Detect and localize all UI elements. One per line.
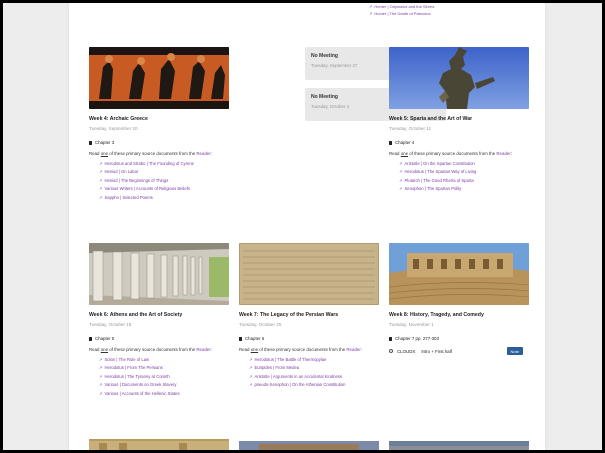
book-icon	[89, 336, 92, 341]
reading-link[interactable]: ↗ Herodotus | The Spartan Way of Living	[399, 168, 529, 177]
week-image-spartan-statue	[389, 47, 529, 109]
cloudx-text: Intro + First half	[421, 348, 452, 354]
week-title[interactable]: Week 7: The Legacy of the Persian Wars	[239, 312, 379, 318]
primary-source-list: ↗ Solon | The Rule of Law ↗ Herodotus | Fr…	[89, 356, 229, 399]
week-date: Tuesday, September 20	[89, 126, 138, 131]
week-date: Tuesday, October 11	[389, 126, 432, 131]
external-link-icon: ↗	[249, 356, 253, 362]
reading-link[interactable]: ↗ Plutarch | The Good Rhetra of Sparta	[399, 177, 529, 186]
reading-link[interactable]: ↗ Various | Accounts of the Hellenic Stat…	[99, 390, 229, 399]
reading-link[interactable]: ↗ Aristotle | On the Spartan Constitution	[399, 160, 529, 169]
reading-link[interactable]: ↗ Homer | Odysseus and the Sirens	[369, 3, 434, 10]
reading-link[interactable]: ↗ Herodotus | From The Persians	[99, 364, 229, 373]
reading-link[interactable]: ↗ Hesiod | The Beginnings of Things	[99, 177, 229, 186]
external-link-icon: ↗	[99, 390, 103, 396]
next-week-image-1	[89, 439, 229, 450]
external-link-icon: ↗	[99, 186, 103, 191]
reading-instructions: Read one of these primary source documen…	[89, 151, 213, 156]
week-card-6: Week 6: Athens and the Art of Society Tu…	[89, 243, 229, 398]
reading-link[interactable]: ↗ Xenophon | The Spartan Polity	[399, 185, 529, 194]
week-date: Tuesday, October 25	[239, 322, 282, 327]
external-link-icon: ↗	[249, 382, 253, 387]
reader-link[interactable]: Reader	[496, 151, 510, 156]
chapter-reading: Chapter 4	[389, 140, 529, 145]
external-link-icon: ↗	[99, 365, 103, 370]
week-image-inscription-stone	[239, 243, 379, 305]
course-schedule-page: ↗ Homer | Odysseus and the Sirens ↗ Homer …	[69, 3, 545, 450]
external-link-icon: ↗	[369, 11, 373, 16]
reading-link[interactable]: ↗ Aristotle | Arguments in an Accidental …	[249, 373, 379, 382]
external-link-icon: ↗	[249, 365, 253, 370]
next-week-image-2	[239, 439, 379, 450]
book-icon	[239, 336, 242, 341]
reading-link[interactable]: ↗ Various | Documents on Greek Slavery	[99, 381, 229, 390]
external-link-icon: ↗	[99, 382, 103, 387]
primary-source-list: ↗ Herodotus | The Battle of Thermopylae ↗…	[239, 356, 379, 390]
external-link-icon: ↗	[399, 169, 403, 174]
chapter-reading: Chapter 3	[89, 140, 229, 145]
external-link-icon: ↗	[249, 373, 253, 379]
cloud-icon	[389, 349, 393, 353]
week-image-greek-theater	[389, 243, 529, 305]
book-icon	[389, 140, 392, 145]
reading-link[interactable]: ↗ Euripides | From Medea	[249, 364, 379, 373]
external-link-icon: ↗	[399, 160, 403, 166]
reading-link[interactable]: ↗ Solon | The Rule of Law	[99, 356, 229, 365]
chapter-reading: Chapter 7 pp. 277-303	[389, 336, 529, 341]
external-link-icon: ↗	[99, 194, 103, 200]
external-link-icon: ↗	[99, 356, 103, 362]
reading-instructions: Read one of these primary source documen…	[389, 151, 513, 156]
week-card-5: Week 5: Sparta and the Art of War Tuesda…	[389, 47, 529, 194]
reading-link[interactable]: ↗ Hesiod | On Labor	[99, 168, 229, 177]
week-date: Tuesday, November 1	[389, 322, 434, 327]
primary-source-list: ↗ Aristotle | On the Spartan Constitution…	[389, 160, 529, 194]
browser-viewport: ↗ Homer | Odysseus and the Sirens ↗ Homer …	[3, 3, 602, 450]
week-title[interactable]: Week 5: Sparta and the Art of War	[389, 116, 529, 122]
week-card-7: Week 7: The Legacy of the Persian Wars T…	[239, 243, 379, 390]
week-title[interactable]: Week 8: History, Tragedy, and Comedy	[389, 312, 529, 318]
week-title[interactable]: Week 6: Athens and the Art of Society	[89, 312, 229, 318]
book-icon	[389, 336, 392, 341]
cloudx-row: CLOUDX Intro + First half Note	[389, 347, 523, 355]
external-link-icon: ↗	[99, 373, 103, 379]
week-title[interactable]: Week 4: Archaic Greece	[89, 116, 229, 122]
external-link-icon: ↗	[99, 169, 103, 174]
external-link-icon: ↗	[399, 186, 403, 191]
reading-link[interactable]: ↗ Homer | The Death of Patroclus	[369, 10, 434, 17]
reading-link[interactable]: ↗ Herodotus | The Battle of Thermopylae	[249, 356, 379, 365]
chapter-reading: Chapter 6	[239, 336, 379, 341]
week-image-stoa-colonnade	[89, 243, 229, 305]
reading-link[interactable]: ↗ Herodotus and Strabo | The Founding of …	[99, 160, 229, 169]
cloudx-label: CLOUDX	[397, 348, 416, 354]
reading-instructions: Read one of these primary source documen…	[239, 347, 363, 352]
reader-link[interactable]: Reader	[196, 347, 210, 352]
external-link-icon: ↗	[99, 177, 103, 183]
week-card-4: Week 4: Archaic Greece Tuesday, Septembe…	[89, 47, 229, 202]
note-button[interactable]: Note	[506, 347, 523, 355]
reading-link[interactable]: ↗ Various Writers | Accounts of Religious…	[99, 185, 229, 194]
external-link-icon: ↗	[99, 160, 103, 166]
book-icon	[89, 140, 92, 145]
reading-instructions: Read one of these primary source documen…	[89, 347, 213, 352]
external-link-icon: ↗	[399, 177, 403, 183]
reading-link[interactable]: ↗ Herodotus | The Tyranny at Corinth	[99, 373, 229, 382]
reading-link[interactable]: ↗ pseudo-Xenophon | On the Athenian Const…	[249, 381, 379, 390]
week-date: Tuesday, October 18	[89, 322, 132, 327]
chapter-reading: Chapter 5	[89, 336, 229, 341]
primary-source-list: ↗ Herodotus and Strabo | The Founding of …	[89, 160, 229, 203]
reader-link[interactable]: Reader	[346, 347, 360, 352]
reading-link[interactable]: ↗ Sappho | Selected Poems	[99, 194, 229, 203]
week-image-greek-pottery	[89, 47, 229, 109]
reader-link[interactable]: Reader	[196, 151, 210, 156]
week-card-8: Week 8: History, Tragedy, and Comedy Tue…	[389, 243, 529, 355]
previous-week-links: ↗ Homer | Odysseus and the Sirens ↗ Homer …	[369, 3, 434, 17]
external-link-icon: ↗	[369, 4, 373, 9]
next-week-image-3	[389, 439, 529, 450]
